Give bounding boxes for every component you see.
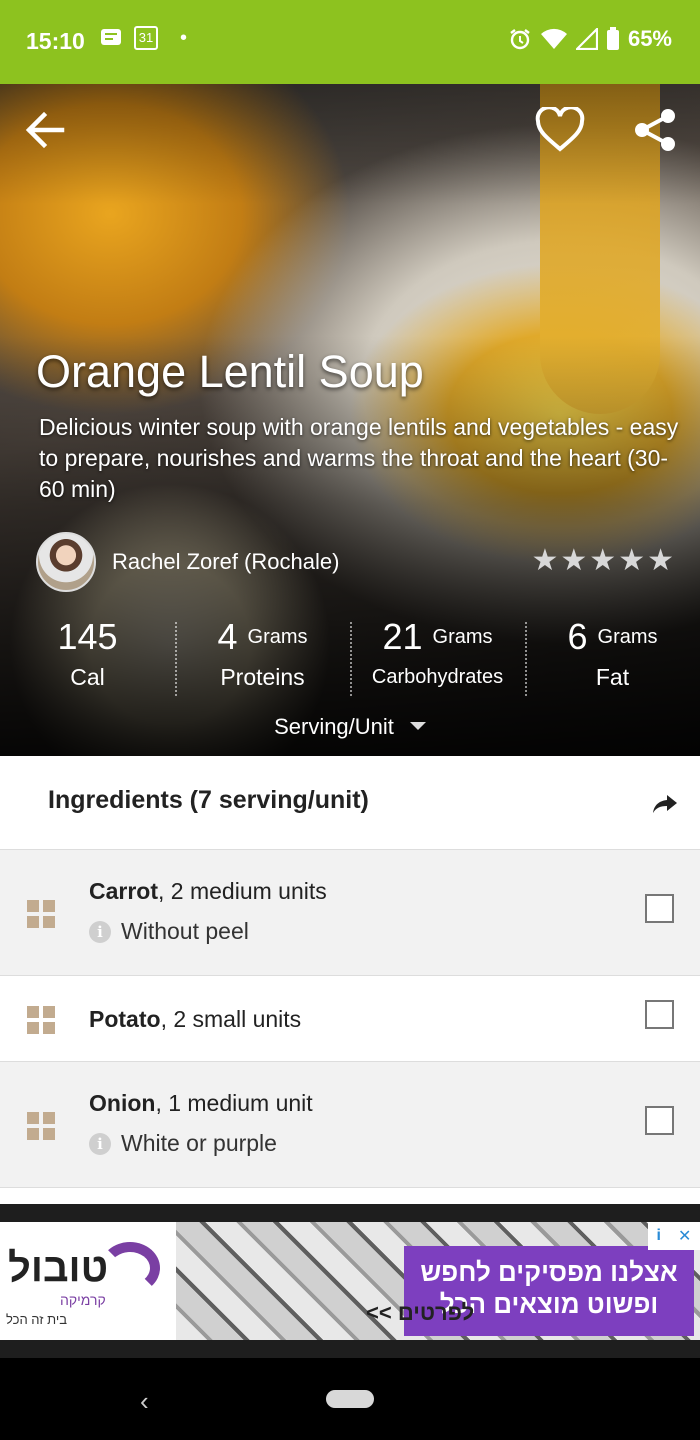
info-icon: i (89, 920, 111, 943)
star-icon: ★ (531, 544, 559, 577)
stat-label: Fat (595, 664, 630, 690)
chevron-down-icon (409, 722, 426, 730)
ingredient-checkbox[interactable] (645, 894, 674, 923)
stat-value: 21 (382, 616, 423, 657)
status-time: 15:10 (26, 28, 85, 54)
recipe-hero: Orange Lentil Soup Delicious winter soup… (0, 84, 700, 756)
share-button[interactable] (629, 104, 681, 156)
ingredient-text: Onion, 1 medium unit (89, 1090, 313, 1117)
avatar[interactable] (36, 532, 96, 592)
forward-share-icon (653, 795, 677, 813)
stat-value: 4 (217, 616, 238, 657)
status-bar: 15:10 31 • 65% (0, 0, 700, 84)
star-icon: ★ (618, 544, 646, 577)
ingredient-checkbox[interactable] (645, 1106, 674, 1135)
list-bottom-spacer (0, 1188, 700, 1204)
system-icons: 65% (508, 26, 672, 52)
ad-brand: טובול (8, 1246, 109, 1290)
notification-icons: 31 • (100, 26, 187, 50)
recipe-title: Orange Lentil Soup (36, 346, 424, 397)
ad-headline-line1: אצלנו מפסיקים לחפש (420, 1257, 678, 1287)
grid-icon (27, 900, 55, 928)
nav-back-icon[interactable]: ‹ (140, 1386, 149, 1417)
ingredient-name: Potato (89, 1006, 161, 1032)
signal-icon (575, 28, 598, 50)
back-arrow-icon (25, 111, 65, 149)
ingredient-name: Onion (89, 1090, 156, 1116)
ingredient-note-text: White or purple (121, 1130, 277, 1156)
system-nav-bar: ‹ (0, 1358, 700, 1440)
stat-label: Proteins (220, 664, 305, 690)
author-info[interactable]: Rachel Zoref (Rochale) (36, 532, 339, 592)
battery-percent: 65% (627, 26, 672, 51)
calendar-icon: 31 (134, 26, 158, 50)
stat-value: 6 (567, 616, 588, 657)
ingredient-amount: , 2 medium units (158, 878, 327, 904)
notification-dot-icon: • (180, 26, 188, 49)
ingredient-note: i Without peel (89, 918, 249, 945)
ad-cta-link[interactable]: << לפרטים (366, 1300, 474, 1326)
stat-unit: Grams (432, 626, 493, 648)
stat-unit: Grams (597, 626, 658, 648)
ingredient-amount: , 1 medium unit (155, 1090, 313, 1116)
ingredient-name: Carrot (89, 878, 159, 904)
back-button[interactable] (18, 104, 70, 156)
ingredient-note: i White or purple (89, 1130, 277, 1157)
battery-icon (606, 27, 619, 50)
nutrition-stats: 145 Cal 4 Grams Proteins 21 Grams Carbohyd… (0, 616, 700, 698)
ingredient-amount: , 2 small units (160, 1006, 302, 1032)
ingredient-checkbox[interactable] (645, 1000, 674, 1029)
nav-home-pill[interactable] (326, 1390, 374, 1408)
logo-swoosh-icon (100, 1242, 160, 1294)
ad-brand-sub: קרמיקה (60, 1292, 106, 1308)
ingredient-note-text: Without peel (121, 918, 249, 944)
heart-icon (535, 107, 585, 152)
ingredient-text: Carrot, 2 medium units (89, 878, 327, 905)
grid-icon (27, 1006, 55, 1034)
message-icon (101, 29, 121, 45)
star-icon: ★ (589, 544, 617, 577)
stat-label: Carbohydrates (371, 666, 504, 688)
alarm-icon (510, 29, 530, 50)
grid-icon (27, 1112, 55, 1140)
recipe-description: Delicious winter soup with orange lentil… (39, 414, 679, 502)
ingredients-title: Ingredients (7 serving/unit) (48, 786, 369, 814)
ad-brand-tagline: בית זה הכל (6, 1312, 67, 1327)
share-ingredients-button[interactable] (652, 794, 678, 819)
ad-banner[interactable]: טובול קרמיקה בית זה הכל אצלנו מפסיקים לח… (0, 1222, 700, 1340)
star-icon: ★ (560, 544, 588, 577)
stat-carbohydrates: 21 Grams Carbohydrates (350, 616, 525, 698)
ingredient-row[interactable]: Potato, 2 small units (0, 976, 700, 1062)
author-name[interactable]: Rachel Zoref (Rochale) (112, 549, 339, 575)
star-icon: ★ (647, 544, 674, 577)
ingredient-row[interactable]: Onion, 1 medium unit i White or purple (0, 1062, 700, 1188)
stat-label: Cal (70, 664, 105, 690)
ingredient-text: Potato, 2 small units (89, 1006, 301, 1033)
wifi-icon (540, 28, 567, 49)
serving-unit-dropdown[interactable]: Serving/Unit (0, 714, 700, 740)
info-icon: i (89, 1132, 111, 1155)
stat-proteins: 4 Grams Proteins (175, 616, 350, 698)
ingredient-row[interactable]: Carrot, 2 medium units i Without peel (0, 850, 700, 976)
info-icon[interactable]: i (657, 1227, 661, 1245)
favorite-button[interactable] (534, 104, 586, 156)
stat-calories: 145 Cal (0, 616, 175, 698)
stat-fat: 6 Grams Fat (525, 616, 700, 698)
serving-unit-label[interactable]: Serving/Unit (274, 714, 394, 739)
stat-value: 145 (57, 616, 118, 657)
ad-image[interactable]: אצלנו מפסיקים לחפש ופשוט מוצאים הכל << ל… (176, 1222, 700, 1340)
share-icon (635, 109, 675, 151)
rating-stars[interactable]: ★ ★ ★ ★ ★ (531, 546, 674, 576)
ad-logo[interactable]: טובול קרמיקה בית זה הכל (0, 1222, 176, 1340)
ingredients-header: Ingredients (7 serving/unit) (0, 756, 700, 850)
stat-unit: Grams (247, 626, 308, 648)
adchoices[interactable]: i ✕ (648, 1222, 700, 1250)
close-icon[interactable]: ✕ (678, 1226, 691, 1246)
